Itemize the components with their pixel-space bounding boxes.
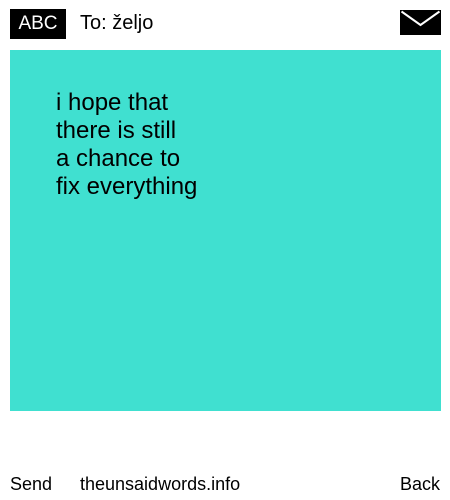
recipient-label: To: željo [80, 12, 154, 34]
message-line: i hope that [56, 89, 169, 116]
message-line: fix everything [56, 173, 198, 200]
abc-badge: ABC [10, 9, 66, 39]
envelope-icon [400, 10, 441, 35]
back-button[interactable]: Back [400, 473, 440, 495]
message-line: there is still [56, 117, 177, 144]
message-text: i hope that there is still a chance to f… [56, 89, 197, 201]
send-button[interactable]: Send [10, 473, 52, 495]
message-panel: i hope that there is still a chance to f… [10, 50, 441, 411]
message-line: a chance to [56, 145, 181, 172]
site-link[interactable]: theunsaidwords.info [80, 473, 240, 495]
